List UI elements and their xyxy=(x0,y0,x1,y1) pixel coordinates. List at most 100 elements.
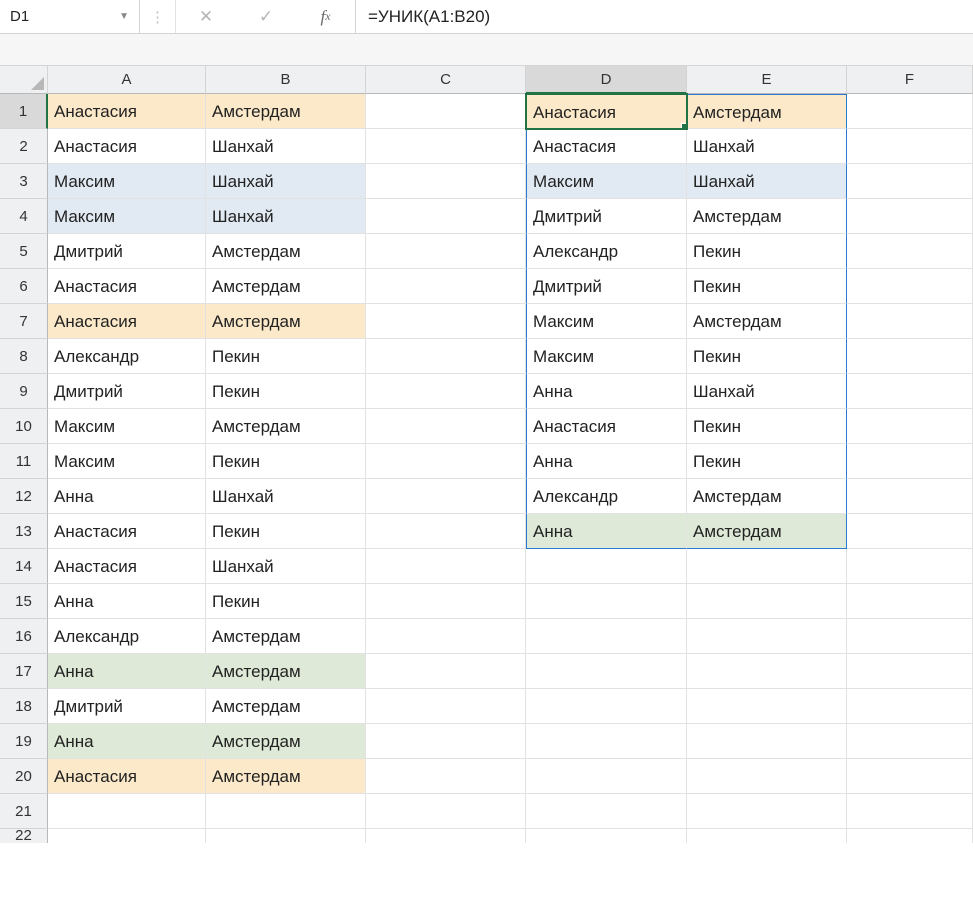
cell-F2[interactable] xyxy=(847,129,973,164)
cell-C17[interactable] xyxy=(366,654,526,689)
cell-F10[interactable] xyxy=(847,409,973,444)
cell-D5[interactable]: Александр xyxy=(526,234,687,269)
cell-D2[interactable]: Анастасия xyxy=(526,129,687,164)
cell-C6[interactable] xyxy=(366,269,526,304)
cell-F11[interactable] xyxy=(847,444,973,479)
cell-A5[interactable]: Дмитрий xyxy=(48,234,206,269)
cell-B6[interactable]: Амстердам xyxy=(206,269,366,304)
cell-B3[interactable]: Шанхай xyxy=(206,164,366,199)
cell-E17[interactable] xyxy=(687,654,847,689)
cell-B9[interactable]: Пекин xyxy=(206,374,366,409)
select-all-corner[interactable] xyxy=(0,66,48,94)
accept-formula-button[interactable]: ✓ xyxy=(236,0,296,33)
cancel-formula-button[interactable]: ✕ xyxy=(176,0,236,33)
cell-B18[interactable]: Амстердам xyxy=(206,689,366,724)
cell-B22[interactable] xyxy=(206,829,366,843)
cell-C3[interactable] xyxy=(366,164,526,199)
row-header-14[interactable]: 14 xyxy=(0,549,48,584)
cell-B17[interactable]: Амстердам xyxy=(206,654,366,689)
cell-B5[interactable]: Амстердам xyxy=(206,234,366,269)
cell-F21[interactable] xyxy=(847,794,973,829)
cell-A22[interactable] xyxy=(48,829,206,843)
cell-E2[interactable]: Шанхай xyxy=(687,129,847,164)
cell-A2[interactable]: Анастасия xyxy=(48,129,206,164)
cell-C7[interactable] xyxy=(366,304,526,339)
cell-B14[interactable]: Шанхай xyxy=(206,549,366,584)
cell-F12[interactable] xyxy=(847,479,973,514)
cell-C19[interactable] xyxy=(366,724,526,759)
cell-E3[interactable]: Шанхай xyxy=(687,164,847,199)
cell-D7[interactable]: Максим xyxy=(526,304,687,339)
row-header-15[interactable]: 15 xyxy=(0,584,48,619)
cell-F9[interactable] xyxy=(847,374,973,409)
cell-A15[interactable]: Анна xyxy=(48,584,206,619)
cell-F16[interactable] xyxy=(847,619,973,654)
cell-A11[interactable]: Максим xyxy=(48,444,206,479)
cell-D17[interactable] xyxy=(526,654,687,689)
cell-E5[interactable]: Пекин xyxy=(687,234,847,269)
cell-A20[interactable]: Анастасия xyxy=(48,759,206,794)
cell-E16[interactable] xyxy=(687,619,847,654)
cell-C22[interactable] xyxy=(366,829,526,843)
row-header-10[interactable]: 10 xyxy=(0,409,48,444)
column-header-B[interactable]: B xyxy=(206,66,366,94)
cell-C21[interactable] xyxy=(366,794,526,829)
cell-E10[interactable]: Пекин xyxy=(687,409,847,444)
cell-E7[interactable]: Амстердам xyxy=(687,304,847,339)
cell-F14[interactable] xyxy=(847,549,973,584)
cell-F13[interactable] xyxy=(847,514,973,549)
cell-F4[interactable] xyxy=(847,199,973,234)
cell-F1[interactable] xyxy=(847,94,973,129)
cell-B11[interactable]: Пекин xyxy=(206,444,366,479)
cell-A8[interactable]: Александр xyxy=(48,339,206,374)
cell-D21[interactable] xyxy=(526,794,687,829)
row-header-2[interactable]: 2 xyxy=(0,129,48,164)
cell-F5[interactable] xyxy=(847,234,973,269)
row-header-8[interactable]: 8 xyxy=(0,339,48,374)
cell-D15[interactable] xyxy=(526,584,687,619)
cell-A16[interactable]: Александр xyxy=(48,619,206,654)
cell-F6[interactable] xyxy=(847,269,973,304)
cell-D13[interactable]: Анна xyxy=(526,514,687,549)
row-header-21[interactable]: 21 xyxy=(0,794,48,829)
cell-B21[interactable] xyxy=(206,794,366,829)
cell-A14[interactable]: Анастасия xyxy=(48,549,206,584)
row-header-11[interactable]: 11 xyxy=(0,444,48,479)
cell-A18[interactable]: Дмитрий xyxy=(48,689,206,724)
cell-C14[interactable] xyxy=(366,549,526,584)
row-header-3[interactable]: 3 xyxy=(0,164,48,199)
cell-B1[interactable]: Амстердам xyxy=(206,94,366,129)
cell-A21[interactable] xyxy=(48,794,206,829)
cell-D19[interactable] xyxy=(526,724,687,759)
cell-D22[interactable] xyxy=(526,829,687,843)
row-header-7[interactable]: 7 xyxy=(0,304,48,339)
cell-E6[interactable]: Пекин xyxy=(687,269,847,304)
cell-A9[interactable]: Дмитрий xyxy=(48,374,206,409)
cell-C4[interactable] xyxy=(366,199,526,234)
row-header-19[interactable]: 19 xyxy=(0,724,48,759)
cell-F17[interactable] xyxy=(847,654,973,689)
cell-A6[interactable]: Анастасия xyxy=(48,269,206,304)
cell-D14[interactable] xyxy=(526,549,687,584)
cell-B10[interactable]: Амстердам xyxy=(206,409,366,444)
formula-input[interactable]: =УНИК(A1:B20) xyxy=(356,0,973,33)
cell-F22[interactable] xyxy=(847,829,973,843)
cell-B2[interactable]: Шанхай xyxy=(206,129,366,164)
cell-A19[interactable]: Анна xyxy=(48,724,206,759)
cell-B19[interactable]: Амстердам xyxy=(206,724,366,759)
row-header-17[interactable]: 17 xyxy=(0,654,48,689)
cell-B15[interactable]: Пекин xyxy=(206,584,366,619)
cell-A12[interactable]: Анна xyxy=(48,479,206,514)
row-header-20[interactable]: 20 xyxy=(0,759,48,794)
cell-C12[interactable] xyxy=(366,479,526,514)
cell-C2[interactable] xyxy=(366,129,526,164)
cell-A13[interactable]: Анастасия xyxy=(48,514,206,549)
cell-D20[interactable] xyxy=(526,759,687,794)
cell-D10[interactable]: Анастасия xyxy=(526,409,687,444)
cell-E21[interactable] xyxy=(687,794,847,829)
cell-B4[interactable]: Шанхай xyxy=(206,199,366,234)
cell-A1[interactable]: Анастасия xyxy=(48,94,206,129)
cell-F15[interactable] xyxy=(847,584,973,619)
cell-D3[interactable]: Максим xyxy=(526,164,687,199)
cell-D16[interactable] xyxy=(526,619,687,654)
